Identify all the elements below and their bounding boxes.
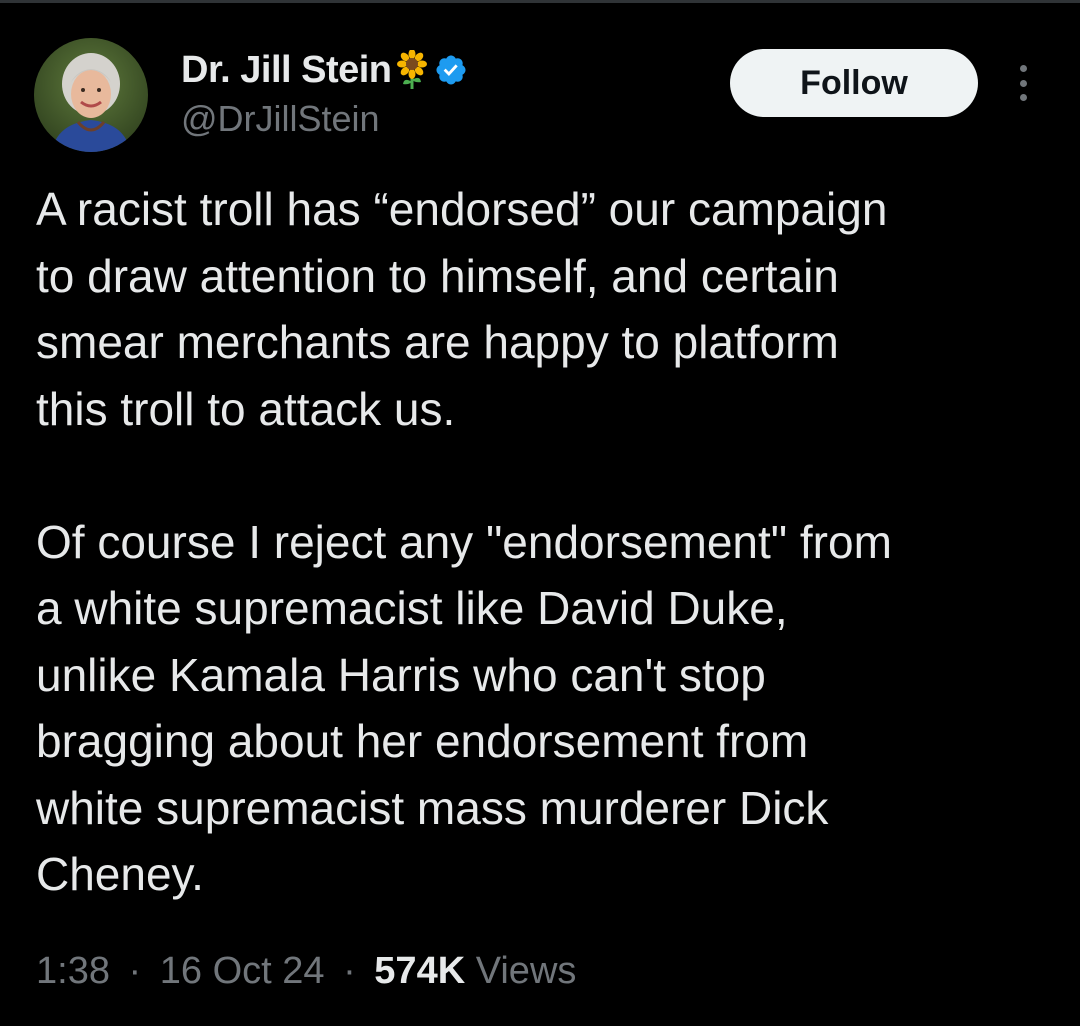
avatar[interactable] <box>34 38 148 152</box>
name-row: Dr. Jill Stein <box>181 48 468 92</box>
tweet-date[interactable]: 16 Oct 24 <box>160 950 325 992</box>
tweet-paragraph: A racist troll has “endorsed” our campai… <box>36 183 888 435</box>
top-divider <box>0 0 1080 3</box>
views-label: Views <box>475 950 577 992</box>
views-count[interactable]: 574K <box>374 950 465 992</box>
more-dot <box>1019 65 1027 72</box>
display-name[interactable]: Dr. Jill Stein <box>181 49 392 92</box>
more-vertical-icon[interactable] <box>1006 62 1040 104</box>
tweet-time[interactable]: 1:38 <box>36 950 110 992</box>
tweet-paragraph: Of course I reject any "endorsement" fro… <box>36 515 892 901</box>
meta-separator: · <box>343 950 356 992</box>
follow-button[interactable]: Follow <box>730 49 978 117</box>
avatar-photo <box>34 38 148 152</box>
tweet-text: A racist troll has “endorsed” our campai… <box>36 176 1056 908</box>
meta-separator: · <box>128 950 142 992</box>
tweet-metadata: 1:38 · 16 Oct 24 · 574K Views <box>36 950 576 993</box>
more-dot <box>1019 94 1027 101</box>
verified-badge-icon[interactable] <box>434 53 468 87</box>
user-handle[interactable]: @DrJillStein <box>181 98 380 140</box>
more-dot <box>1019 79 1027 87</box>
sunflower-emoji-icon <box>396 50 428 90</box>
